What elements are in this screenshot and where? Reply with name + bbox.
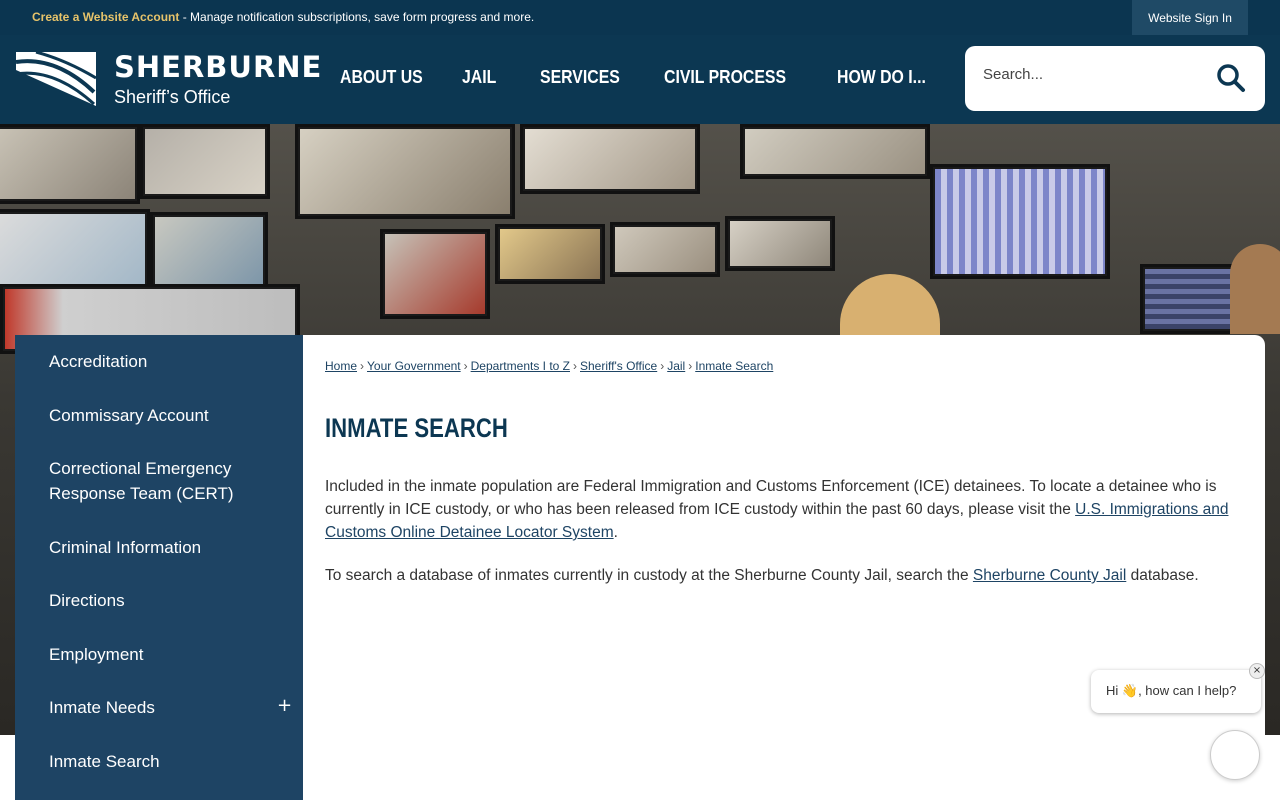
- search-box: [965, 46, 1265, 111]
- search-input[interactable]: [983, 66, 1203, 83]
- logo-swoosh-icon: [16, 52, 96, 106]
- page-title: INMATE SEARCH: [325, 413, 508, 443]
- create-account-link[interactable]: Create a Website Account: [32, 10, 179, 24]
- site-header: SHERBURNE Sheriff’s Office ABOUT US JAIL…: [0, 35, 1280, 124]
- sidebar-item-employment[interactable]: Employment: [49, 642, 279, 667]
- breadcrumb-separator: ›: [688, 359, 693, 373]
- nav-civil-process[interactable]: CIVIL PROCESS: [664, 67, 786, 88]
- account-message-text: - Manage notification subscriptions, sav…: [179, 10, 535, 24]
- breadcrumb-departments[interactable]: Departments I to Z: [471, 359, 570, 373]
- ice-detainee-paragraph: Included in the inmate population are Fe…: [325, 475, 1235, 544]
- breadcrumb-home[interactable]: Home: [325, 359, 357, 373]
- sidebar-nav: Accreditation Commissary Account Correct…: [15, 335, 303, 800]
- breadcrumb-separator: ›: [463, 359, 468, 373]
- breadcrumb-your-government[interactable]: Your Government: [367, 359, 461, 373]
- account-message: Create a Website Account - Manage notifi…: [32, 10, 534, 24]
- expand-inmate-needs-icon[interactable]: +: [277, 695, 292, 716]
- main-content: Home › Your Government › Departments I to Z ›…: [303, 335, 1265, 800]
- nav-jail[interactable]: JAIL: [462, 67, 496, 88]
- chat-greeting-bubble[interactable]: Hi 👋, how can I help?: [1091, 670, 1261, 713]
- chat-launcher-button[interactable]: [1210, 730, 1260, 780]
- jail-paragraph-text: To search a database of inmates currentl…: [325, 567, 973, 584]
- sidebar-item-commissary-account[interactable]: Commissary Account: [49, 403, 279, 428]
- sidebar-item-accreditation[interactable]: Accreditation: [49, 349, 279, 374]
- jail-paragraph-end: database.: [1126, 567, 1199, 584]
- logo-wordmark: SHERBURNE: [114, 50, 323, 84]
- sidebar-item-cert[interactable]: Correctional Emergency Response Team (CE…: [49, 456, 279, 506]
- breadcrumb-inmate-search[interactable]: Inmate Search: [695, 359, 773, 373]
- breadcrumb-sheriffs-office[interactable]: Sheriff's Office: [580, 359, 657, 373]
- website-sign-in-button[interactable]: Website Sign In: [1132, 0, 1248, 35]
- chat-close-icon[interactable]: ×: [1249, 663, 1265, 679]
- nav-about-us[interactable]: ABOUT US: [340, 67, 423, 88]
- breadcrumb-separator: ›: [360, 359, 365, 373]
- breadcrumb-separator: ›: [660, 359, 665, 373]
- sherburne-county-jail-link[interactable]: Sherburne County Jail: [973, 567, 1126, 584]
- logo-subtitle: Sheriff’s Office: [114, 87, 231, 107]
- breadcrumb: Home › Your Government › Departments I to Z ›…: [325, 359, 773, 373]
- sidebar-item-inmate-search[interactable]: Inmate Search: [49, 749, 279, 774]
- site-logo[interactable]: SHERBURNE Sheriff’s Office: [16, 50, 321, 110]
- breadcrumb-jail[interactable]: Jail: [667, 359, 685, 373]
- nav-how-do-i[interactable]: HOW DO I...: [837, 67, 926, 88]
- top-utility-bar: Create a Website Account - Manage notifi…: [0, 0, 1280, 35]
- nav-services[interactable]: SERVICES: [540, 67, 620, 88]
- sidebar-item-inmate-needs[interactable]: Inmate Needs: [49, 695, 279, 720]
- breadcrumb-separator: ›: [573, 359, 577, 373]
- sidebar-item-directions[interactable]: Directions: [49, 588, 279, 613]
- sidebar-item-criminal-information[interactable]: Criminal Information: [49, 535, 279, 560]
- search-icon[interactable]: [1216, 63, 1246, 93]
- ice-paragraph-end: .: [613, 524, 618, 541]
- jail-database-paragraph: To search a database of inmates currentl…: [325, 564, 1235, 587]
